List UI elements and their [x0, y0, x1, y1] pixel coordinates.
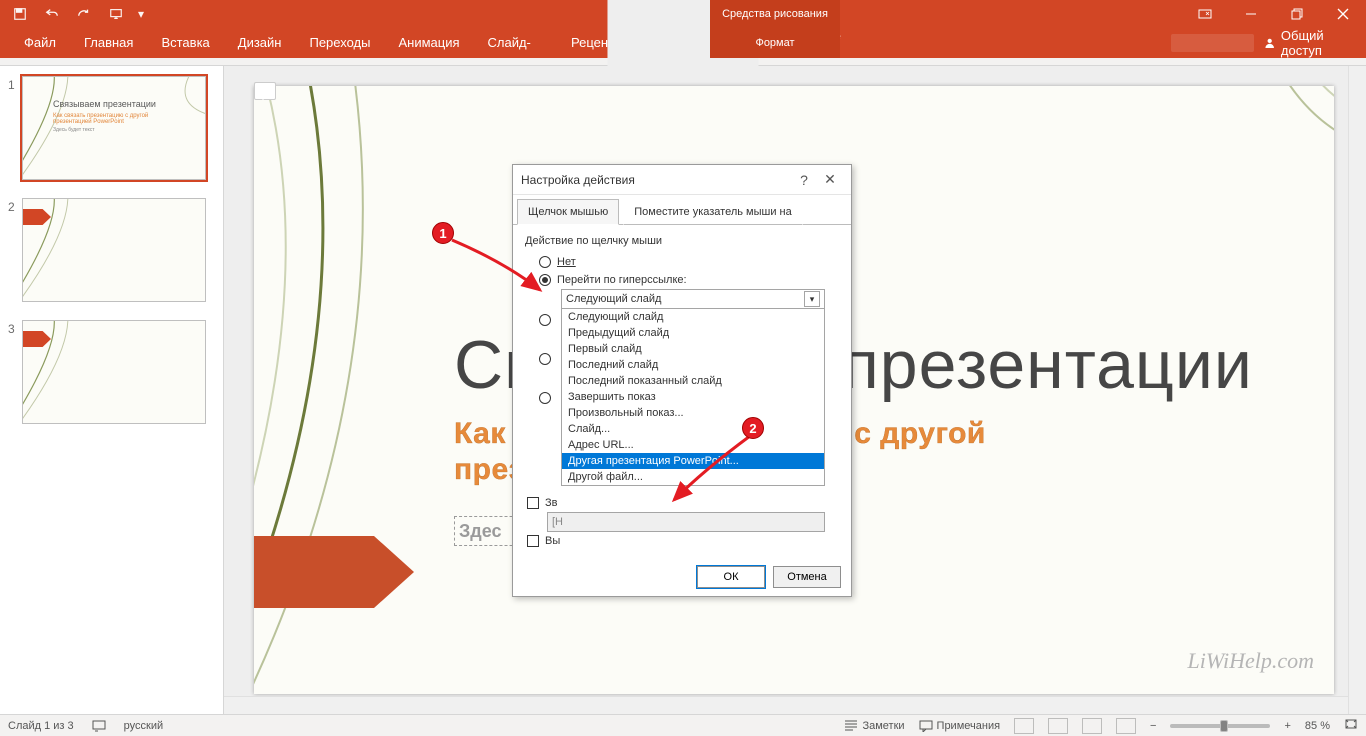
normal-view-button[interactable]: [1014, 718, 1034, 734]
dialog-title: Настройка действия: [521, 173, 791, 187]
tab-file[interactable]: Файл: [10, 28, 70, 58]
spellcheck-icon[interactable]: [92, 720, 106, 732]
redo-button[interactable]: [70, 2, 98, 26]
zoom-slider[interactable]: [1170, 724, 1270, 728]
undo-button[interactable]: [38, 2, 66, 26]
minimize-button[interactable]: [1228, 0, 1274, 28]
sound-browse-button[interactable]: [Н: [547, 512, 825, 532]
drawing-tools-label: Средства рисования: [722, 0, 828, 28]
slideshow-view-button[interactable]: [1116, 718, 1136, 734]
group-label: Действие по щелчку мыши: [525, 235, 839, 247]
decor-curves-right: [1134, 86, 1334, 286]
horizontal-scrollbar[interactable]: [224, 696, 1348, 714]
slideshow-from-start-button[interactable]: [102, 2, 130, 26]
option-first-slide[interactable]: Первый слайд: [562, 341, 824, 357]
chevron-down-icon[interactable]: ▾: [804, 291, 820, 307]
close-button[interactable]: [1320, 0, 1366, 28]
title-bar: ▾ Легкий дым - PowerPoint (Сбой активаци…: [0, 0, 1366, 28]
thumb-number: 1: [8, 78, 22, 180]
thumbnail-1[interactable]: 1 Связываем презентации Как связать през…: [8, 76, 215, 180]
thumbnail-2[interactable]: 2: [8, 198, 215, 302]
slide-thumbnails-panel[interactable]: 1 Связываем презентации Как связать през…: [0, 66, 224, 714]
option-next-slide[interactable]: Следующий слайд: [562, 309, 824, 325]
radio-run-macro[interactable]: [525, 350, 551, 368]
cancel-button[interactable]: Отмена: [773, 566, 841, 588]
annotation-arrow-2: [664, 430, 774, 510]
vertical-scrollbar[interactable]: [1348, 66, 1366, 714]
sorter-view-button[interactable]: [1048, 718, 1068, 734]
radio-object-action[interactable]: [525, 389, 551, 407]
watermark: LiWiHelp.com: [1188, 648, 1315, 674]
tab-format[interactable]: Формат: [755, 28, 794, 58]
option-last-slide[interactable]: Последний слайд: [562, 357, 824, 373]
thumb-number: 3: [8, 322, 22, 424]
reading-view-button[interactable]: [1082, 718, 1102, 734]
comments-button[interactable]: Примечания: [919, 720, 1001, 732]
status-bar: Слайд 1 из 3 русский Заметки Примечания …: [0, 714, 1366, 736]
tab-design[interactable]: Дизайн: [224, 28, 296, 58]
window-controls: [1182, 0, 1366, 28]
notes-button[interactable]: Заметки: [844, 720, 904, 732]
option-end-show[interactable]: Завершить показ: [562, 389, 824, 405]
tab-insert[interactable]: Вставка: [147, 28, 223, 58]
tab-mouse-over[interactable]: Поместите указатель мыши на: [623, 199, 803, 225]
ribbon-display-button[interactable]: [1182, 0, 1228, 28]
action-settings-dialog: Настройка действия ? ✕ Щелчок мышью Поме…: [512, 164, 852, 597]
annotation-badge-1: 1: [432, 222, 454, 244]
radio-run-program[interactable]: [525, 311, 551, 329]
tab-mouse-click[interactable]: Щелчок мышью: [517, 199, 619, 225]
ok-button[interactable]: ОК: [697, 566, 765, 588]
share-label: Общий доступ: [1281, 28, 1352, 58]
help-button[interactable]: ?: [791, 172, 817, 188]
comment-icon[interactable]: [254, 82, 276, 100]
qat-customize-button[interactable]: ▾: [134, 2, 148, 26]
tab-animations[interactable]: Анимация: [384, 28, 473, 58]
tab-slideshow[interactable]: Слайд-шоу: [474, 28, 558, 58]
maximize-button[interactable]: [1274, 0, 1320, 28]
option-last-viewed[interactable]: Последний показанный слайд: [562, 373, 824, 389]
hyperlink-combo[interactable]: Следующий слайд ▾: [561, 289, 825, 309]
zoom-in-button[interactable]: +: [1284, 720, 1290, 732]
zoom-out-button[interactable]: −: [1150, 720, 1156, 732]
save-button[interactable]: [6, 2, 34, 26]
tab-home[interactable]: Главная: [70, 28, 147, 58]
dialog-tabs: Щелчок мышью Поместите указатель мыши на: [513, 195, 851, 225]
tab-transitions[interactable]: Переходы: [295, 28, 384, 58]
radio-none[interactable]: Нет: [525, 253, 839, 271]
share-button[interactable]: Общий доступ: [1264, 28, 1366, 58]
annotation-badge-2: 2: [742, 417, 764, 439]
zoom-level[interactable]: 85 %: [1305, 720, 1330, 732]
drawing-tools-context-tab: Средства рисования Формат: [710, 0, 840, 58]
slide-counter[interactable]: Слайд 1 из 3: [8, 720, 74, 732]
option-custom-show[interactable]: Произвольный показ...: [562, 405, 824, 421]
checkbox-highlight[interactable]: Вы: [525, 532, 839, 550]
option-prev-slide[interactable]: Предыдущий слайд: [562, 325, 824, 341]
language-indicator[interactable]: русский: [124, 720, 163, 732]
radio-hyperlink[interactable]: Перейти по гиперссылке:: [525, 271, 839, 289]
fit-to-window-button[interactable]: [1344, 718, 1358, 733]
close-icon[interactable]: ✕: [817, 171, 843, 188]
thumb-number: 2: [8, 200, 22, 302]
thumbnail-3[interactable]: 3: [8, 320, 215, 424]
annotation-arrow-1: [444, 232, 554, 302]
account-placeholder[interactable]: [1171, 34, 1253, 52]
dialog-buttons: ОК Отмена: [513, 558, 851, 596]
quick-access-toolbar: ▾: [0, 2, 154, 26]
dialog-titlebar[interactable]: Настройка действия ? ✕: [513, 165, 851, 195]
